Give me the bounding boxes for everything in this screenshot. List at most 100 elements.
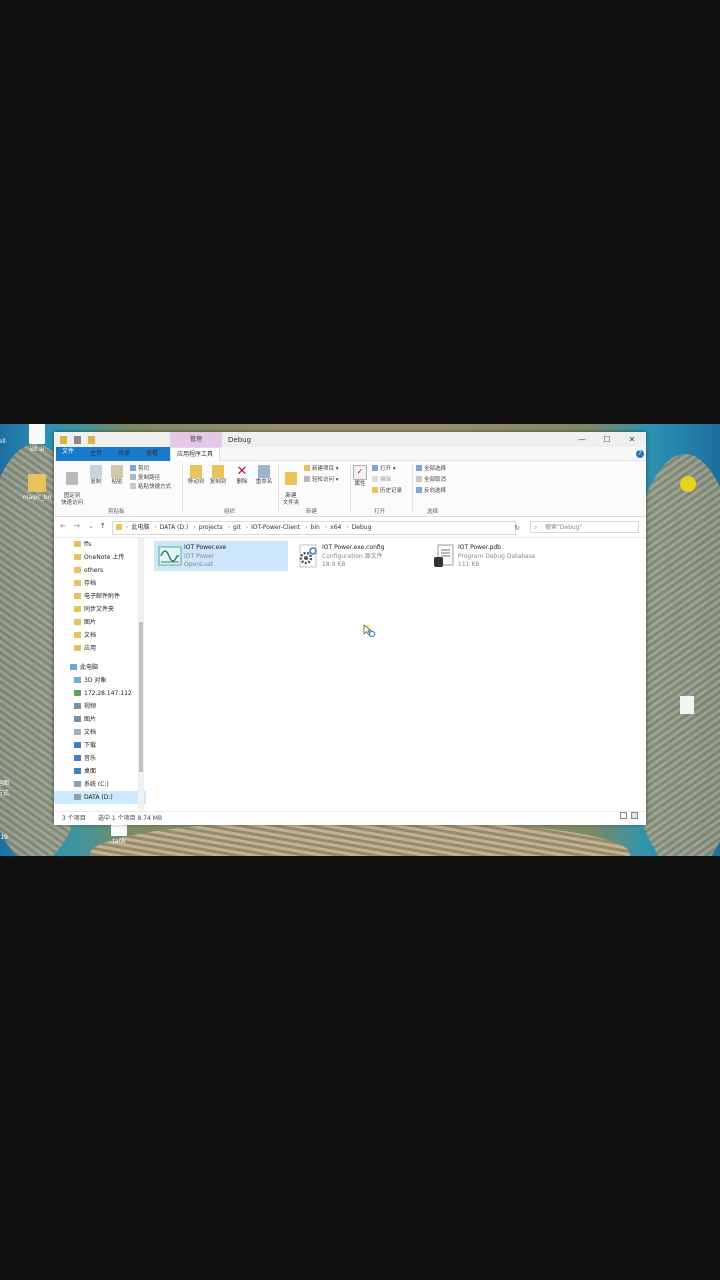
tab-application-tools[interactable]: 应用程序工具: [170, 447, 221, 461]
title-bar[interactable]: 管理 Debug — ☐ ✕: [54, 432, 646, 447]
copy-path-icon: [130, 474, 136, 480]
edit-button[interactable]: 编辑: [372, 476, 391, 484]
button-label: 复制: [90, 479, 102, 485]
button-label: 复制到: [209, 479, 227, 485]
select-all-button[interactable]: 全部选择: [416, 465, 446, 473]
easy-access-button[interactable]: 轻松访问 ▾: [304, 476, 339, 484]
desktop-icon-partial[interactable]: t19: [0, 834, 18, 841]
breadcrumb-item[interactable]: x64: [330, 524, 341, 531]
button-label: 剪切: [138, 466, 150, 472]
desktop-app-icon[interactable]: [680, 476, 696, 492]
help-icon[interactable]: ?: [636, 450, 644, 458]
copy-path-button[interactable]: 复制路径: [130, 474, 160, 482]
desktop-document-icon[interactable]: [680, 696, 694, 714]
file-item-exe[interactable]: IOT Power.exe IOT Power OpenLuat: [154, 541, 288, 571]
breadcrumb-item[interactable]: git: [233, 524, 241, 531]
new-folder-button[interactable]: 新建 文件夹: [280, 465, 302, 507]
button-label: 新建项目 ▾: [312, 466, 339, 472]
nav-item-label: 文档: [84, 632, 97, 639]
folder-icon: [74, 632, 81, 638]
group-label-open: 打开: [374, 509, 386, 515]
contextual-tab-manage[interactable]: 管理: [170, 432, 222, 447]
breadcrumb-item[interactable]: projects: [199, 524, 223, 531]
breadcrumb[interactable]: › 此电脑 › DATA (D:) › projects › git › IOT-Powe…: [112, 521, 516, 535]
quick-access-new-folder-icon[interactable]: [88, 436, 95, 444]
search-input[interactable]: ⌕ 搜索"Debug": [530, 521, 639, 533]
breadcrumb-item[interactable]: 此电脑: [131, 524, 149, 531]
file-item-config[interactable]: IOT Power.exe.config Configuration 源文件 1…: [292, 541, 426, 571]
minimize-button[interactable]: —: [572, 434, 592, 445]
address-bar-row: ← → ⌄ ↑ › 此电脑 › DATA (D:) › projects › git ›…: [54, 517, 646, 538]
back-button[interactable]: ←: [60, 522, 66, 530]
button-label: 移动到: [187, 479, 205, 485]
ribbon: 固定到 快速访问 复制 粘贴 剪切 复制路径 粘贴快捷方式 剪贴板 移动到 复制…: [54, 461, 646, 517]
button-label: 删除: [236, 479, 248, 485]
open-button[interactable]: 打开 ▾: [372, 465, 396, 473]
copy-button[interactable]: 复制: [86, 465, 106, 486]
rename-button[interactable]: 重命名: [253, 465, 275, 486]
new-item-button[interactable]: 新建项目 ▾: [304, 465, 339, 473]
new-item-icon: [304, 465, 310, 471]
new-folder-icon: [285, 472, 297, 485]
close-button[interactable]: ✕: [622, 434, 642, 445]
invert-selection-icon: [416, 487, 422, 493]
button-label: 打开 ▾: [380, 466, 396, 472]
recent-locations-button[interactable]: ⌄: [88, 522, 94, 530]
file-list: IOT Power.exe IOT Power OpenLuat IOT Pow…: [146, 538, 646, 810]
large-icons-view-icon[interactable]: [631, 812, 638, 819]
nav-item-label: 同步文件夹: [84, 606, 115, 613]
open-icon: [372, 465, 378, 471]
nav-item-label: 电子邮件附件: [84, 593, 121, 600]
desktop-icon-partial[interactable]: rell: [0, 438, 16, 445]
button-label: 属性: [354, 481, 366, 487]
breadcrumb-item[interactable]: DATA (D:): [160, 524, 189, 531]
up-button[interactable]: ↑: [100, 522, 106, 530]
quick-access-folder-icon[interactable]: [60, 436, 67, 444]
refresh-button[interactable]: ↻: [510, 521, 524, 535]
desktop-icon: [74, 768, 81, 774]
properties-button[interactable]: ✓ 属性: [352, 465, 368, 488]
computer-icon: [70, 664, 77, 670]
button-label: 全部选择: [424, 466, 447, 472]
paste-button[interactable]: 粘贴: [107, 465, 127, 486]
button-label: 粘贴快捷方式: [138, 484, 172, 490]
file-size: 111 KB: [458, 561, 480, 568]
desktop-icon-partial[interactable]: 运图: [0, 778, 18, 787]
breadcrumb-item[interactable]: bin: [311, 524, 320, 531]
file-item-pdb[interactable]: IOT Power.pdb Program Debug Database 111…: [428, 541, 562, 571]
desktop-icon-label: rell: [0, 438, 6, 445]
window-title: Debug: [228, 436, 252, 444]
button-label: 粘贴: [111, 479, 123, 485]
drive-icon: [74, 794, 81, 800]
nav-pane-scrollbar-thumb[interactable]: [139, 622, 143, 772]
nav-item-label: 3D 对象: [84, 677, 107, 684]
nav-item-label: 视频: [84, 703, 97, 710]
folder-icon: [74, 645, 81, 651]
tab-home[interactable]: 主页: [84, 447, 108, 460]
move-to-button[interactable]: 移动到: [185, 465, 207, 486]
maximize-button[interactable]: ☐: [597, 434, 617, 445]
details-view-icon[interactable]: [620, 812, 627, 819]
nav-item-label: 存档: [84, 580, 97, 587]
pin-to-quick-access-button[interactable]: 固定到 快速访问: [58, 465, 86, 507]
breadcrumb-item[interactable]: IOT-Power-Client: [251, 524, 300, 531]
forward-button[interactable]: →: [74, 522, 80, 530]
button-label: 复制路径: [138, 475, 161, 481]
quick-access-properties-icon[interactable]: [74, 436, 81, 444]
history-button[interactable]: 历史记录: [372, 487, 402, 495]
network-drive-icon: [74, 690, 81, 696]
nav-item-label: others: [84, 567, 104, 574]
invert-selection-button[interactable]: 反向选择: [416, 487, 446, 495]
properties-check-icon: ✓: [353, 465, 367, 480]
copy-to-button[interactable]: 复制到: [207, 465, 229, 486]
desktop-icon-partial[interactable]: 方式: [0, 788, 18, 797]
delete-button[interactable]: ✕ 删除: [232, 465, 252, 486]
folder-icon: [74, 567, 81, 573]
tab-view[interactable]: 查看: [140, 447, 164, 460]
paste-shortcut-icon: [130, 483, 136, 489]
tab-share[interactable]: 共享: [112, 447, 136, 460]
select-none-button[interactable]: 全部取消: [416, 476, 446, 484]
paste-shortcut-button[interactable]: 粘贴快捷方式: [130, 483, 171, 491]
breadcrumb-item[interactable]: Debug: [352, 524, 372, 531]
cut-button[interactable]: 剪切: [130, 465, 149, 473]
